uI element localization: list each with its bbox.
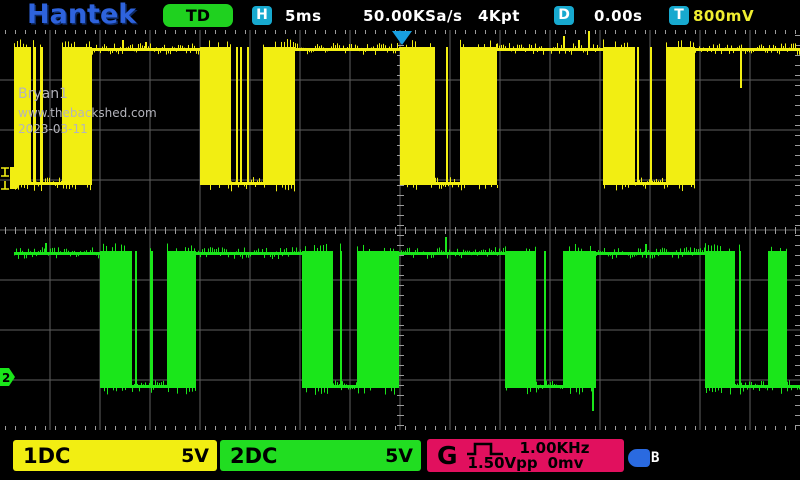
trigger-position-marker[interactable] xyxy=(392,31,412,45)
usb-indicator-letter: B xyxy=(651,450,659,466)
record-length-value: 4Kpt xyxy=(478,7,520,25)
website-watermark: www.thebackshed.com xyxy=(18,106,157,120)
channel2-status-box[interactable]: 2DC 5V xyxy=(220,440,421,471)
timebase-value: 5ms xyxy=(285,7,322,25)
top-status-bar: Hantek TD H 5ms 50.00KSa/s 4Kpt D 0.00s … xyxy=(0,0,800,30)
sample-rate-value: 50.00KSa/s xyxy=(363,7,462,25)
acquisition-mode-badge[interactable]: TD xyxy=(163,4,233,27)
horizontal-badge-icon[interactable]: H xyxy=(252,6,272,25)
oscilloscope-screen: Hantek TD H 5ms 50.00KSa/s 4Kpt D 0.00s … xyxy=(0,0,800,480)
generator-status-box[interactable]: G 1.00KHz 1.50Vpp 0mv xyxy=(427,439,624,472)
channel1-scale-value: 5V xyxy=(181,445,209,467)
hantek-logo: Hantek xyxy=(27,0,136,30)
delay-badge-icon[interactable]: D xyxy=(554,6,574,25)
date-watermark: 2023-03-11 xyxy=(18,122,88,136)
channel2-position-marker[interactable]: 2 xyxy=(0,368,15,386)
channel1-coupling-label: 1DC xyxy=(23,444,70,468)
generator-label: G xyxy=(437,441,458,470)
trace-ch2 xyxy=(14,237,800,411)
channel2-scale-value: 5V xyxy=(385,445,413,467)
channel2-coupling-label: 2DC xyxy=(230,444,277,468)
trigger-badge-icon[interactable]: T xyxy=(669,6,689,25)
waveform-display: 2 xyxy=(0,0,800,480)
generator-readout: 1.00KHz 1.50Vpp 0mv xyxy=(466,441,618,471)
user-watermark: Bryan1 xyxy=(18,86,68,102)
generator-amplitude-value: 1.50Vpp xyxy=(468,456,538,471)
usb-device-indicator: B xyxy=(628,449,659,467)
bottom-status-bar: 1DC 5V 2DC 5V G 1.00KHz 1.50Vpp 0mv xyxy=(0,433,800,480)
channel1-status-box[interactable]: 1DC 5V xyxy=(13,440,217,471)
usb-icon xyxy=(628,449,650,467)
horizontal-offset-value: 0.00s xyxy=(594,7,642,25)
svg-text:2: 2 xyxy=(2,371,10,385)
generator-offset-value: 0mv xyxy=(548,456,584,471)
trigger-level-value: 800mV xyxy=(693,7,754,25)
